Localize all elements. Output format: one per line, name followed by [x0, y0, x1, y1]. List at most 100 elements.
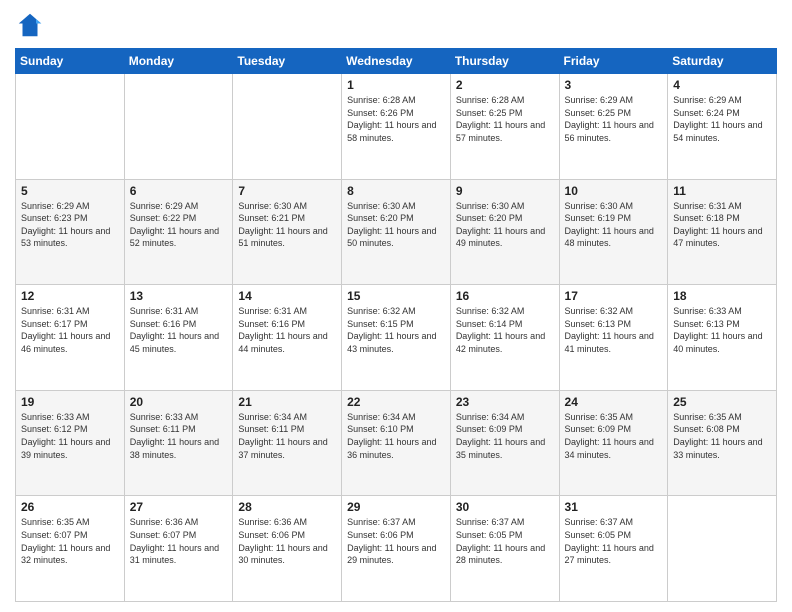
calendar-week-4: 19 Sunrise: 6:33 AMSunset: 6:12 PMDayligh… — [16, 390, 777, 496]
day-number: 26 — [21, 500, 119, 514]
day-info: Sunrise: 6:35 AMSunset: 6:08 PMDaylight:… — [673, 411, 771, 461]
day-info: Sunrise: 6:31 AMSunset: 6:16 PMDaylight:… — [130, 305, 228, 355]
day-number: 17 — [565, 289, 663, 303]
calendar-cell: 25 Sunrise: 6:35 AMSunset: 6:08 PMDayligh… — [668, 390, 777, 496]
day-number: 16 — [456, 289, 554, 303]
day-info: Sunrise: 6:32 AMSunset: 6:14 PMDaylight:… — [456, 305, 554, 355]
logo — [15, 10, 49, 40]
day-number: 21 — [238, 395, 336, 409]
day-info: Sunrise: 6:29 AMSunset: 6:23 PMDaylight:… — [21, 200, 119, 250]
calendar-cell: 17 Sunrise: 6:32 AMSunset: 6:13 PMDayligh… — [559, 285, 668, 391]
day-number: 14 — [238, 289, 336, 303]
calendar-cell — [16, 74, 125, 180]
day-info: Sunrise: 6:33 AMSunset: 6:12 PMDaylight:… — [21, 411, 119, 461]
calendar-week-2: 5 Sunrise: 6:29 AMSunset: 6:23 PMDaylight… — [16, 179, 777, 285]
day-info: Sunrise: 6:36 AMSunset: 6:07 PMDaylight:… — [130, 516, 228, 566]
day-number: 11 — [673, 184, 771, 198]
header — [15, 10, 777, 40]
calendar-cell: 30Sunrise: 6:37 AMSunset: 6:05 PMDayligh… — [450, 496, 559, 602]
calendar-week-3: 12 Sunrise: 6:31 AMSunset: 6:17 PMDayligh… — [16, 285, 777, 391]
calendar-cell: 16 Sunrise: 6:32 AMSunset: 6:14 PMDayligh… — [450, 285, 559, 391]
calendar-cell: 11 Sunrise: 6:31 AMSunset: 6:18 PMDayligh… — [668, 179, 777, 285]
day-number: 31 — [565, 500, 663, 514]
calendar-cell: 28Sunrise: 6:36 AMSunset: 6:06 PMDayligh… — [233, 496, 342, 602]
day-number: 9 — [456, 184, 554, 198]
calendar-cell: 31 Sunrise: 6:37 AMSunset: 6:05 PMDayligh… — [559, 496, 668, 602]
calendar-cell: 2 Sunrise: 6:28 AMSunset: 6:25 PMDaylight… — [450, 74, 559, 180]
day-number: 23 — [456, 395, 554, 409]
calendar-cell: 24 Sunrise: 6:35 AMSunset: 6:09 PMDayligh… — [559, 390, 668, 496]
calendar-cell: 8 Sunrise: 6:30 AMSunset: 6:20 PMDaylight… — [342, 179, 451, 285]
day-info: Sunrise: 6:37 AMSunset: 6:05 PMDaylight:… — [565, 516, 663, 566]
day-info: Sunrise: 6:33 AMSunset: 6:11 PMDaylight:… — [130, 411, 228, 461]
weekday-header-sunday: Sunday — [16, 49, 125, 74]
day-number: 15 — [347, 289, 445, 303]
day-info: Sunrise: 6:29 AMSunset: 6:22 PMDaylight:… — [130, 200, 228, 250]
day-info: Sunrise: 6:34 AMSunset: 6:10 PMDaylight:… — [347, 411, 445, 461]
day-info: Sunrise: 6:37 AMSunset: 6:05 PMDaylight:… — [456, 516, 554, 566]
day-info: Sunrise: 6:31 AMSunset: 6:18 PMDaylight:… — [673, 200, 771, 250]
day-info: Sunrise: 6:36 AMSunset: 6:06 PMDaylight:… — [238, 516, 336, 566]
day-number: 8 — [347, 184, 445, 198]
calendar-cell: 23Sunrise: 6:34 AMSunset: 6:09 PMDayligh… — [450, 390, 559, 496]
day-number: 5 — [21, 184, 119, 198]
day-info: Sunrise: 6:34 AMSunset: 6:11 PMDaylight:… — [238, 411, 336, 461]
calendar-cell: 3 Sunrise: 6:29 AMSunset: 6:25 PMDaylight… — [559, 74, 668, 180]
day-number: 29 — [347, 500, 445, 514]
day-number: 3 — [565, 78, 663, 92]
day-info: Sunrise: 6:30 AMSunset: 6:21 PMDaylight:… — [238, 200, 336, 250]
day-info: Sunrise: 6:29 AMSunset: 6:24 PMDaylight:… — [673, 94, 771, 144]
day-number: 27 — [130, 500, 228, 514]
weekday-header-thursday: Thursday — [450, 49, 559, 74]
day-info: Sunrise: 6:32 AMSunset: 6:13 PMDaylight:… — [565, 305, 663, 355]
weekday-header-row: SundayMondayTuesdayWednesdayThursdayFrid… — [16, 49, 777, 74]
day-info: Sunrise: 6:28 AMSunset: 6:25 PMDaylight:… — [456, 94, 554, 144]
calendar-cell: 19 Sunrise: 6:33 AMSunset: 6:12 PMDayligh… — [16, 390, 125, 496]
calendar-cell: 18 Sunrise: 6:33 AMSunset: 6:13 PMDayligh… — [668, 285, 777, 391]
weekday-header-friday: Friday — [559, 49, 668, 74]
day-info: Sunrise: 6:35 AMSunset: 6:09 PMDaylight:… — [565, 411, 663, 461]
day-number: 25 — [673, 395, 771, 409]
day-info: Sunrise: 6:35 AMSunset: 6:07 PMDaylight:… — [21, 516, 119, 566]
calendar-cell: 12 Sunrise: 6:31 AMSunset: 6:17 PMDayligh… — [16, 285, 125, 391]
day-info: Sunrise: 6:31 AMSunset: 6:16 PMDaylight:… — [238, 305, 336, 355]
day-info: Sunrise: 6:31 AMSunset: 6:17 PMDaylight:… — [21, 305, 119, 355]
calendar-cell: 4 Sunrise: 6:29 AMSunset: 6:24 PMDaylight… — [668, 74, 777, 180]
calendar-cell: 1 Sunrise: 6:28 AMSunset: 6:26 PMDaylight… — [342, 74, 451, 180]
weekday-header-wednesday: Wednesday — [342, 49, 451, 74]
day-number: 19 — [21, 395, 119, 409]
weekday-header-monday: Monday — [124, 49, 233, 74]
day-number: 13 — [130, 289, 228, 303]
calendar-cell: 15 Sunrise: 6:32 AMSunset: 6:15 PMDayligh… — [342, 285, 451, 391]
calendar-cell — [233, 74, 342, 180]
calendar-cell: 21 Sunrise: 6:34 AMSunset: 6:11 PMDayligh… — [233, 390, 342, 496]
day-info: Sunrise: 6:28 AMSunset: 6:26 PMDaylight:… — [347, 94, 445, 144]
calendar-cell: 26 Sunrise: 6:35 AMSunset: 6:07 PMDayligh… — [16, 496, 125, 602]
calendar-cell: 29 Sunrise: 6:37 AMSunset: 6:06 PMDayligh… — [342, 496, 451, 602]
day-number: 12 — [21, 289, 119, 303]
day-number: 7 — [238, 184, 336, 198]
calendar-cell: 13 Sunrise: 6:31 AMSunset: 6:16 PMDayligh… — [124, 285, 233, 391]
day-info: Sunrise: 6:30 AMSunset: 6:20 PMDaylight:… — [456, 200, 554, 250]
page: SundayMondayTuesdayWednesdayThursdayFrid… — [0, 0, 792, 612]
calendar-table: SundayMondayTuesdayWednesdayThursdayFrid… — [15, 48, 777, 602]
day-info: Sunrise: 6:33 AMSunset: 6:13 PMDaylight:… — [673, 305, 771, 355]
day-info: Sunrise: 6:30 AMSunset: 6:20 PMDaylight:… — [347, 200, 445, 250]
calendar-cell: 10 Sunrise: 6:30 AMSunset: 6:19 PMDayligh… — [559, 179, 668, 285]
day-info: Sunrise: 6:32 AMSunset: 6:15 PMDaylight:… — [347, 305, 445, 355]
day-number: 4 — [673, 78, 771, 92]
day-number: 24 — [565, 395, 663, 409]
day-number: 2 — [456, 78, 554, 92]
logo-icon — [15, 10, 45, 40]
calendar-cell — [668, 496, 777, 602]
day-number: 18 — [673, 289, 771, 303]
day-number: 10 — [565, 184, 663, 198]
day-info: Sunrise: 6:29 AMSunset: 6:25 PMDaylight:… — [565, 94, 663, 144]
day-info: Sunrise: 6:37 AMSunset: 6:06 PMDaylight:… — [347, 516, 445, 566]
day-number: 6 — [130, 184, 228, 198]
calendar-cell: 14 Sunrise: 6:31 AMSunset: 6:16 PMDayligh… — [233, 285, 342, 391]
calendar-cell: 5 Sunrise: 6:29 AMSunset: 6:23 PMDaylight… — [16, 179, 125, 285]
calendar-week-1: 1 Sunrise: 6:28 AMSunset: 6:26 PMDaylight… — [16, 74, 777, 180]
day-number: 1 — [347, 78, 445, 92]
day-info: Sunrise: 6:30 AMSunset: 6:19 PMDaylight:… — [565, 200, 663, 250]
